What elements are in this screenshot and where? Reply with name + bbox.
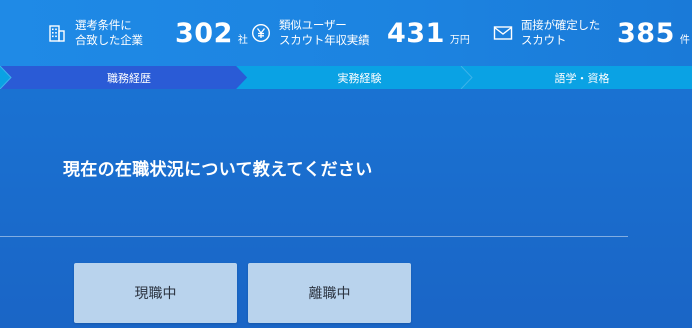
choice-label: 現職中 [134,286,177,302]
stat-label: 面接が確定した スカウト [521,18,613,48]
stat-value: 302 [175,17,233,49]
stat-label-line2: 合致した企業 [75,33,143,47]
stat-unit: 社 [237,34,248,46]
step-label: 職務経歴 [107,71,151,85]
stat-value: 385 [617,17,675,49]
step-career: 職務経歴 [11,66,247,89]
mail-icon [492,22,514,44]
stat-value: 431 [387,17,445,49]
stat-label-line2: スカウト年収実績 [279,33,370,47]
building-icon [46,22,68,44]
stat-label: 選考条件に 合致した企業 [75,18,177,48]
choice-employed-button[interactable]: 現職中 [74,263,237,323]
divider [0,236,628,237]
stat-label: 類似ユーザー スカウト年収実績 [279,18,383,48]
step-experience: 実務経験 [247,66,472,89]
stat-matching-companies: 選考条件に 合致した企業 302 社 [46,0,248,66]
stat-scout-income: 類似ユーザー スカウト年収実績 431 万円 [250,0,470,66]
stat-label-line1: 類似ユーザー [279,18,347,32]
step-label: 語学・資格 [554,71,610,85]
step-language-qualification: 語学・資格 [472,66,692,89]
step-label: 実務経験 [337,71,382,85]
question-title: 現在の在職状況について教えてください [63,160,373,180]
choice-unemployed-button[interactable]: 離職中 [248,263,411,323]
stat-label-line1: 面接が確定した [521,18,601,32]
yen-icon [250,22,272,44]
question-panel: 現在の在職状況について教えてください 現職中 離職中 [0,89,692,328]
progress-steps: 職務経歴 実務経験 語学・資格 [0,66,692,89]
stat-label-line1: 選考条件に [75,18,132,32]
stat-unit: 万円 [449,34,470,46]
stat-unit: 件 [679,34,690,46]
stats-header: 選考条件に 合致した企業 302 社 類似ユーザー スカウト年収実績 431 万… [0,0,692,66]
stat-label-line2: スカウト [521,33,567,47]
choice-label: 離職中 [308,286,351,302]
stat-confirmed-interviews: 面接が確定した スカウト 385 件 [492,0,690,66]
